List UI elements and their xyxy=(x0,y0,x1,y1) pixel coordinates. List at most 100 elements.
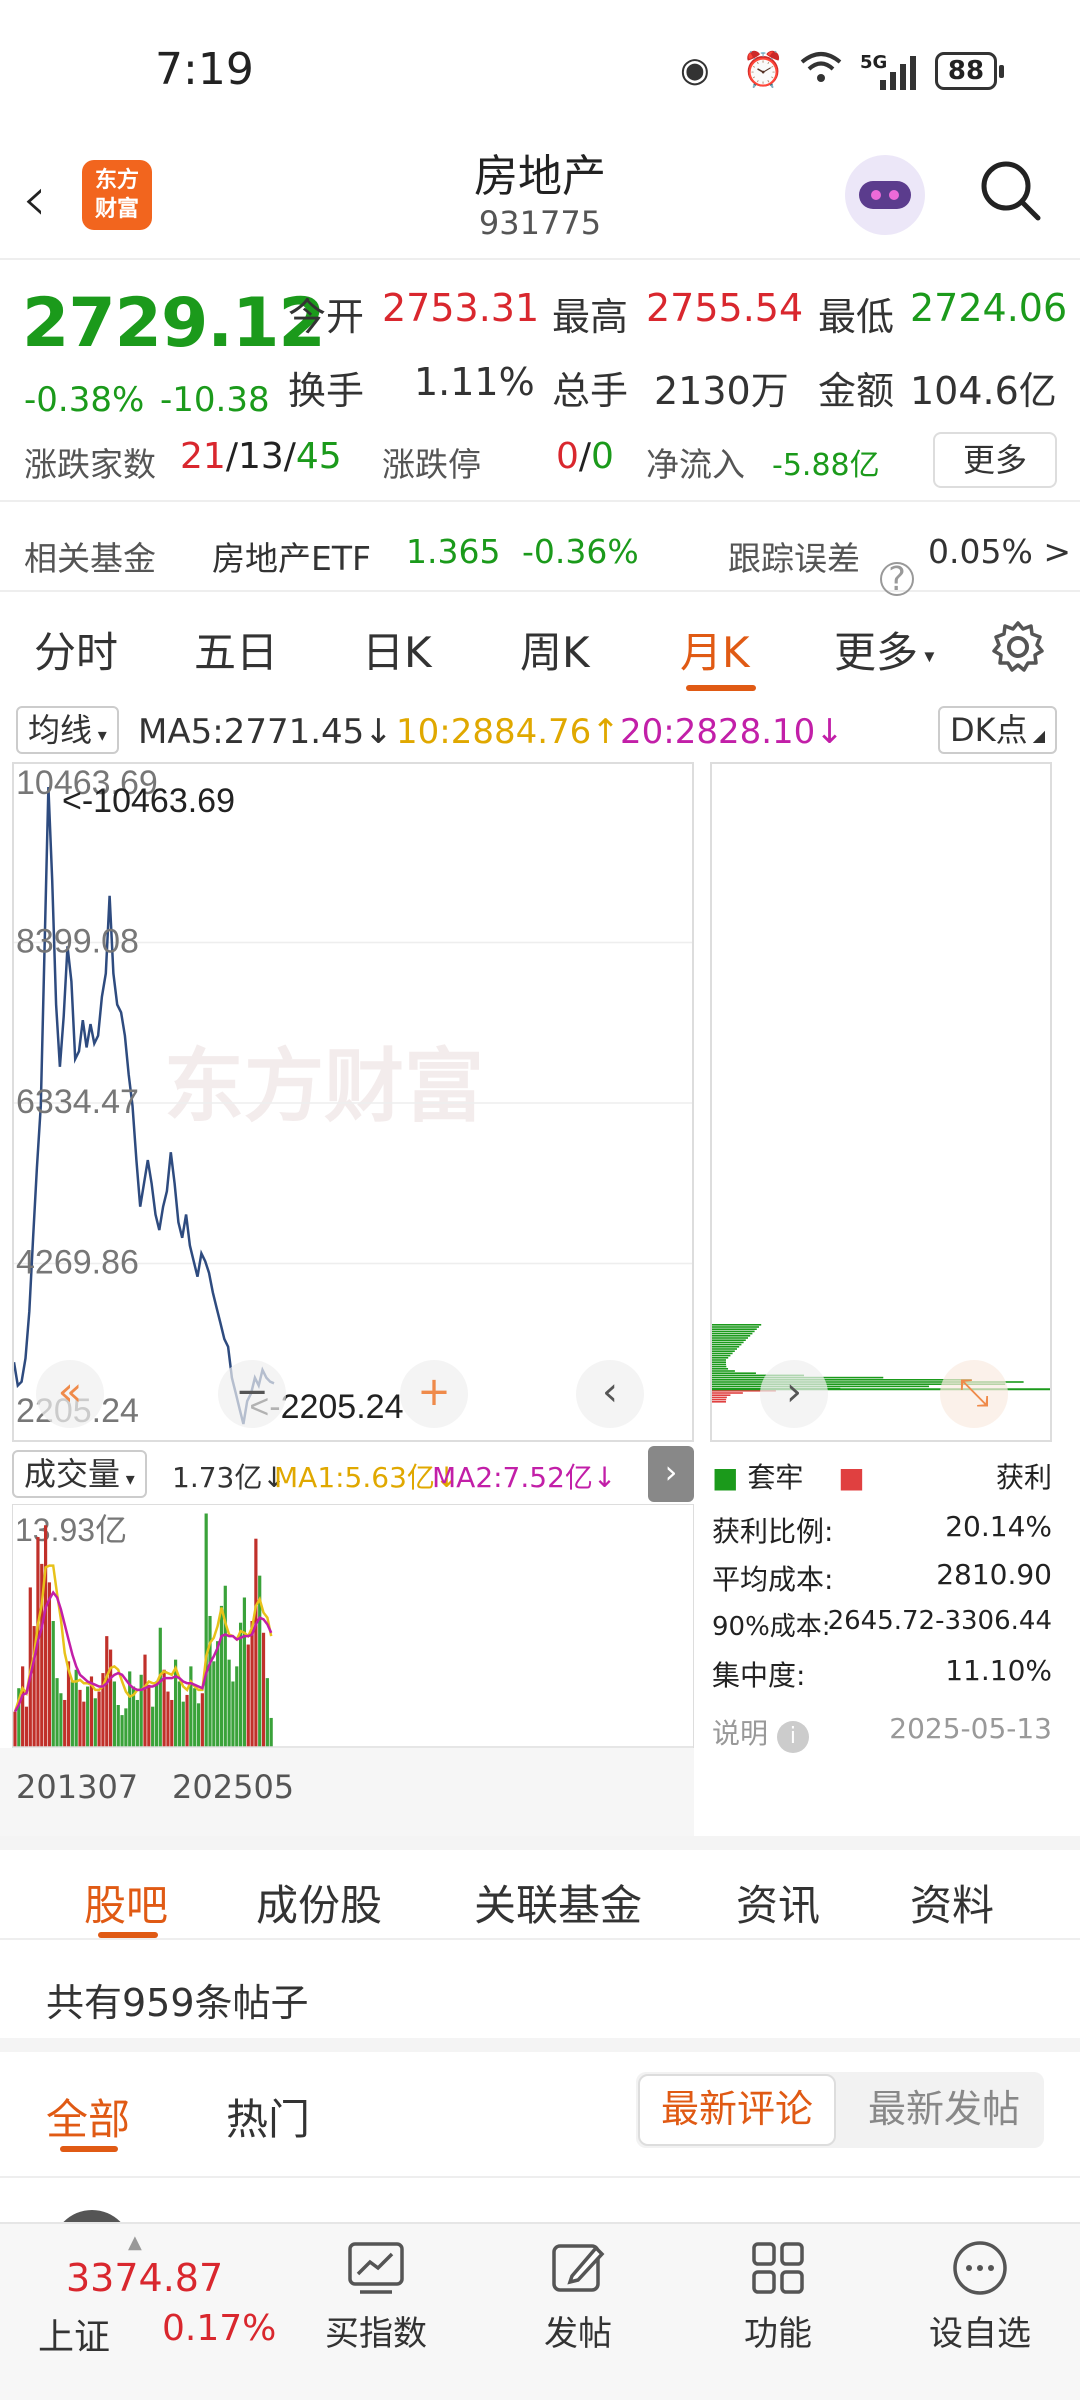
volume-bar xyxy=(185,1694,189,1747)
tab-weekly-k[interactable]: 周K xyxy=(520,619,590,680)
tab-guba[interactable]: 股吧 xyxy=(84,1872,168,1933)
chip-bar xyxy=(712,1348,737,1350)
more-button[interactable]: 更多 xyxy=(933,432,1057,488)
chip-distribution-chart[interactable]: › ⤡ xyxy=(710,762,1052,1442)
volume-bar xyxy=(216,1641,220,1747)
search-icon[interactable] xyxy=(978,158,1042,222)
netflow-label: 净流入 xyxy=(646,445,745,484)
post-button[interactable]: 发帖 xyxy=(508,2238,648,2355)
tab-related-funds[interactable]: 关联基金 xyxy=(474,1872,642,1933)
chip-bar xyxy=(712,1379,972,1381)
breadth-label: 涨跌家数 xyxy=(24,445,156,484)
volume-bar xyxy=(212,1661,216,1747)
more-circle-icon xyxy=(953,2241,1007,2295)
expand-icon[interactable]: ⤡ xyxy=(940,1360,1008,1428)
volume-bar xyxy=(135,1699,139,1747)
concentration-value: 11.10% xyxy=(945,1654,1052,1687)
volume-value: 2130万 xyxy=(654,369,789,413)
volume-bar xyxy=(70,1681,74,1747)
buy-index-button[interactable]: 买指数 xyxy=(306,2238,446,2355)
related-fund-row[interactable]: 相关基金 房地产ETF 1.365 -0.36% 跟踪误差 ? 0.05% > xyxy=(0,500,1080,596)
chip-bar xyxy=(712,1341,744,1344)
tab-more[interactable]: 更多 ▾ xyxy=(834,619,934,680)
tab-daily-k[interactable]: 日K xyxy=(362,619,432,680)
scroll-left-icon[interactable]: ‹ xyxy=(576,1360,644,1428)
settings-gear-icon[interactable] xyxy=(990,619,1046,675)
filter-all[interactable]: 全部 xyxy=(46,2086,130,2147)
volume-header: 成交量 ▾ 1.73亿↓ MA1:5.63亿↓ MA2:7.52亿↓ › xyxy=(12,1446,694,1502)
filter-hot[interactable]: 热门 xyxy=(226,2086,310,2147)
grid-icon xyxy=(752,2242,804,2294)
assistant-robot-icon[interactable] xyxy=(845,155,925,235)
posts-section: 共有959条帖子 全部 热门 最新评论 最新发帖 xyxy=(0,1942,1080,2250)
note-label[interactable]: 说明 xyxy=(712,1717,768,1750)
tab-constituents[interactable]: 成份股 xyxy=(256,1872,382,1933)
volume-bar xyxy=(254,1538,258,1747)
index-pct: 0.17% xyxy=(162,2308,277,2349)
add-watchlist-button[interactable]: 设自选 xyxy=(910,2238,1050,2355)
zoom-out-icon[interactable]: − xyxy=(218,1360,286,1428)
high-label: 最高 xyxy=(552,295,629,339)
volume-bar xyxy=(59,1693,63,1747)
fund-name[interactable]: 房地产ETF xyxy=(212,532,371,580)
volume-bar xyxy=(223,1585,227,1747)
volume-indicator-select[interactable]: 成交量 ▾ xyxy=(12,1450,147,1498)
max-price-marker: <-10463.69 xyxy=(62,782,235,820)
netflow-value: -5.88亿 xyxy=(772,448,880,483)
chip-bar xyxy=(712,1396,727,1399)
volume-bar xyxy=(246,1644,250,1747)
low-value: 2724.06 xyxy=(910,286,1068,330)
tab-profile[interactable]: 资料 xyxy=(910,1872,994,1933)
price-axis-label: 4269.86 xyxy=(16,1244,139,1282)
chip-bar xyxy=(712,1372,756,1374)
volume-bar xyxy=(181,1701,185,1747)
volume-bar xyxy=(238,1622,243,1747)
chip-bar xyxy=(712,1354,731,1357)
volume-bar xyxy=(63,1699,67,1747)
high-value: 2755.54 xyxy=(646,286,804,330)
volume-bar xyxy=(269,1717,273,1747)
eye-icon: ◉ xyxy=(680,50,710,90)
sort-latest-post[interactable]: 最新发帖 xyxy=(854,2074,1034,2146)
volume-bar xyxy=(143,1654,147,1747)
expand-panel-icon[interactable]: › xyxy=(648,1446,694,1502)
dk-point-button[interactable]: DK点 ◢ xyxy=(938,706,1058,754)
volume-bar xyxy=(261,1632,266,1747)
scroll-right-icon[interactable]: › xyxy=(760,1360,828,1428)
current-price: 2729.12 xyxy=(22,284,326,363)
volume-bar xyxy=(120,1715,124,1747)
chip-stats-panel: ■ 套牢 ■ 获利 获利比例: 20.14% 平均成本: 2810.90 90%成本… xyxy=(710,1446,1052,1776)
zoom-in-icon[interactable]: + xyxy=(400,1360,468,1428)
tracking-error-value[interactable]: 0.05% > xyxy=(928,532,1071,571)
cost90-value: 2645.72-3306.44 xyxy=(827,1606,1052,1636)
sort-latest-comment[interactable]: 最新评论 xyxy=(638,2074,836,2146)
kline-chart[interactable]: 东方财富 10463.698399.086334.474269.862205.2… xyxy=(12,762,694,1442)
open-label: 今开 xyxy=(288,295,365,339)
volume-bar xyxy=(170,1699,174,1747)
chart-trend-icon xyxy=(348,2242,404,2294)
tab-intraday[interactable]: 分时 xyxy=(34,619,118,680)
volume-bar xyxy=(235,1666,239,1747)
tab-monthly-k[interactable]: 月K xyxy=(680,619,750,680)
volume-bar xyxy=(204,1513,208,1747)
chip-bar xyxy=(712,1337,748,1339)
indicator-select[interactable]: 均线 ▾ xyxy=(16,706,119,754)
volume-bar xyxy=(116,1705,120,1747)
volume-bar xyxy=(200,1693,204,1747)
tab-five-day[interactable]: 五日 xyxy=(194,619,278,680)
chip-bar xyxy=(712,1350,735,1352)
tab-news[interactable]: 资讯 xyxy=(736,1872,820,1933)
market-index-ticker[interactable]: ▲ 3374.87 上证 0.17% xyxy=(0,2224,280,2402)
scroll-left-fast-icon[interactable]: « xyxy=(36,1360,104,1428)
index-value: 3374.87 xyxy=(66,2256,224,2300)
volume-bar xyxy=(47,1582,52,1747)
chip-date: 2025-05-13 xyxy=(889,1712,1052,1745)
info-icon[interactable]: i xyxy=(776,1721,809,1753)
chip-bar xyxy=(712,1335,751,1337)
volume-bar xyxy=(21,1666,25,1747)
watermark: 东方财富 xyxy=(164,1042,484,1131)
chip-bar xyxy=(712,1324,762,1326)
chip-bar xyxy=(712,1352,733,1355)
volume-bar xyxy=(24,1706,29,1747)
functions-button[interactable]: 功能 xyxy=(708,2238,848,2355)
